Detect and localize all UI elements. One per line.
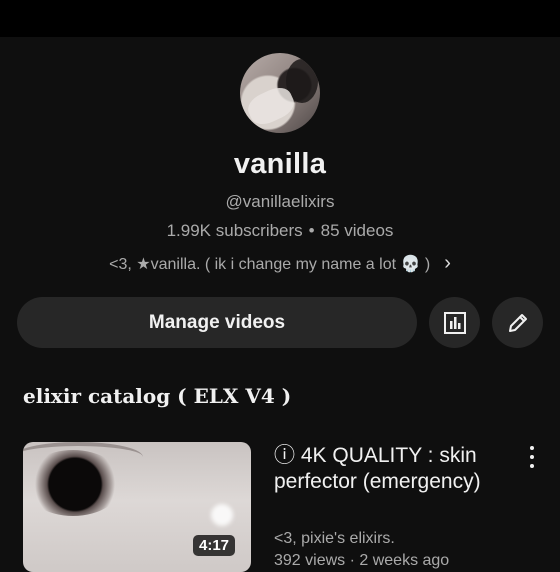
channel-name: vanilla — [233, 148, 327, 180]
section-title[interactable]: elixir catalog ( ELX V4 ) — [23, 384, 291, 408]
menu-dot — [530, 446, 534, 450]
channel-stats: 1.99K subscribers • 85 videos — [0, 221, 560, 241]
video-duration: 4:17 — [193, 535, 236, 556]
video-count: 85 videos — [320, 221, 394, 240]
manage-videos-button[interactable]: Manage videos — [17, 297, 417, 348]
thumbnail-eye — [23, 450, 123, 516]
menu-dot — [530, 464, 534, 468]
thumbnail-glint — [211, 504, 233, 526]
channel-handle: @vanillaelixirs — [225, 192, 335, 211]
more-vertical-icon[interactable] — [524, 446, 540, 468]
video-channel: <3, pixie's elixirs. — [274, 530, 395, 547]
channel-description[interactable]: <3, ★vanilla. ( ik i change my name a lo… — [0, 252, 560, 275]
avatar[interactable] — [240, 53, 320, 133]
menu-dot — [530, 455, 534, 459]
subscriber-count: 1.99K subscribers — [166, 221, 303, 240]
video-stats: 392 views · 2 weeks ago — [274, 552, 450, 569]
edit-button[interactable] — [492, 297, 543, 348]
description-text: <3, ★vanilla. ( ik i change my name a lo… — [109, 256, 431, 273]
bar-chart-icon — [443, 311, 466, 334]
analytics-button[interactable] — [429, 297, 480, 348]
chevron-right-icon[interactable]: › — [444, 252, 451, 274]
status-bar — [0, 0, 560, 37]
pencil-icon — [508, 313, 527, 332]
stats-separator: • — [308, 221, 315, 240]
video-meta: <3, pixie's elixirs. 392 views · 2 weeks… — [274, 528, 524, 572]
video-title[interactable]: ⓘ 4K QUALITY : skin perfector (emergency… — [274, 443, 514, 495]
